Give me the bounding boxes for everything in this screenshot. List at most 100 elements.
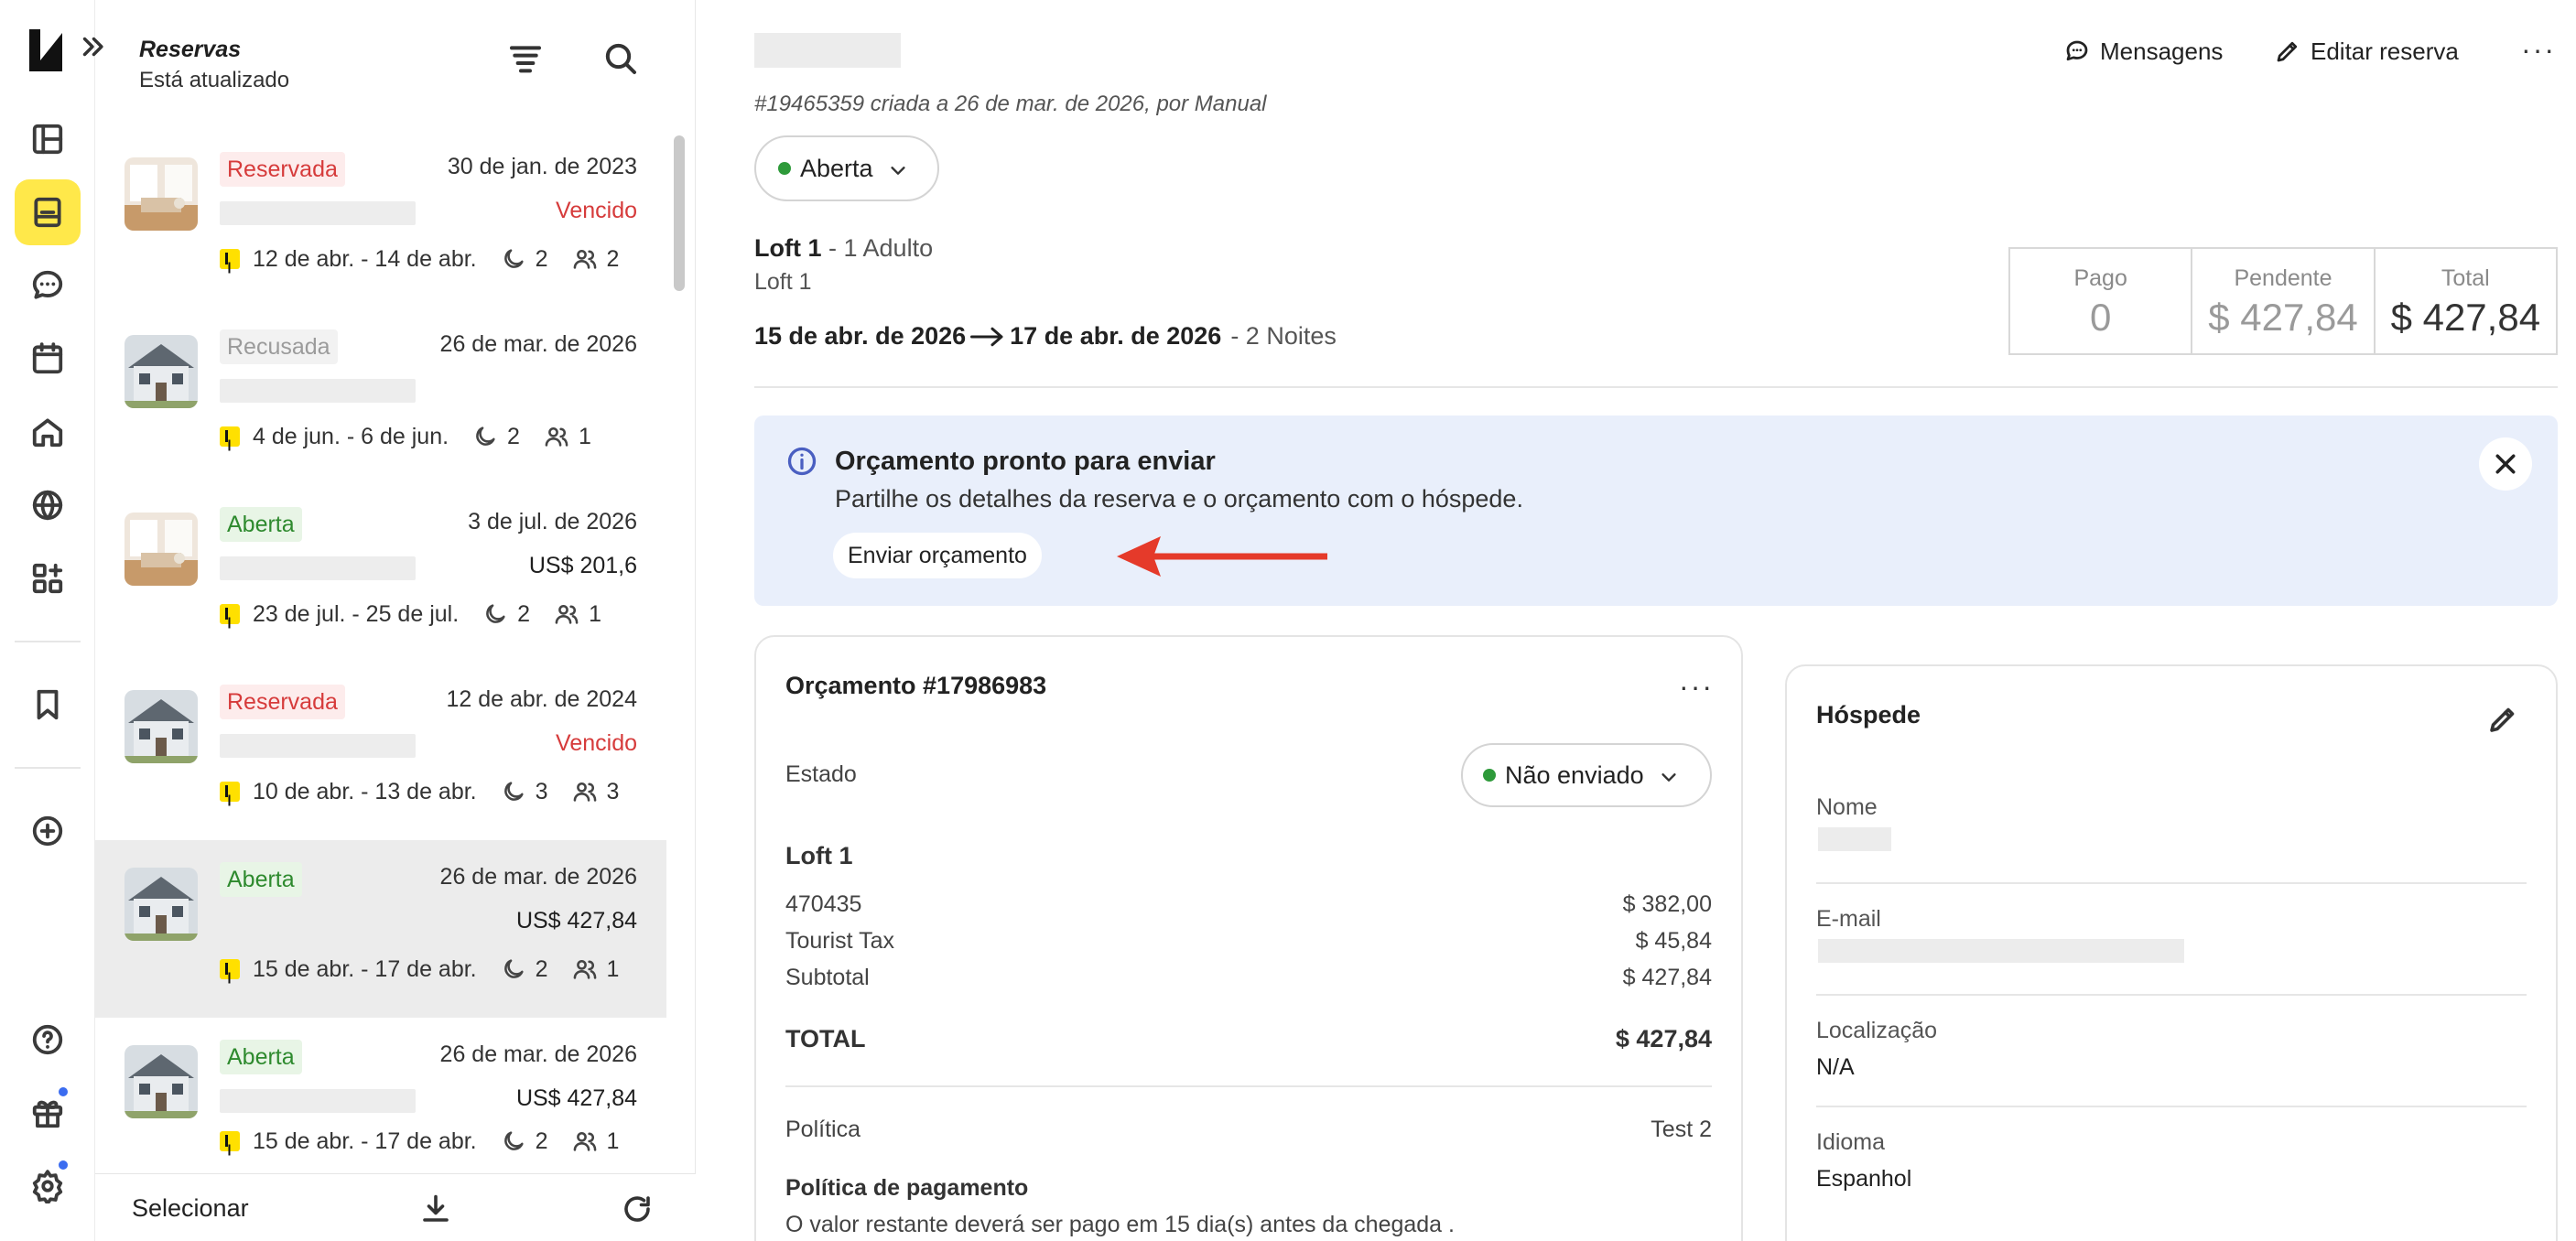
paid-cell: Pago 0 — [2010, 249, 2193, 353]
expand-icon[interactable] — [77, 31, 114, 68]
rail-divider — [15, 767, 81, 769]
guests-icon — [572, 779, 598, 804]
home-icon[interactable] — [15, 399, 81, 465]
reservation-item[interactable]: Reservada 12 de abr. de 2024 Vencido 10 … — [95, 663, 666, 840]
bookmark-icon[interactable] — [15, 672, 81, 738]
policy-row: Política Test 2 — [785, 1117, 1712, 1143]
quote-title: Orçamento #17986983 — [785, 672, 1047, 699]
reservation-status-dropdown[interactable]: Aberta — [754, 135, 939, 201]
moon-icon — [501, 956, 526, 982]
reservation-item[interactable]: Aberta 26 de mar. de 2026 US$ 427,84 15 … — [95, 1018, 666, 1195]
globe-icon[interactable] — [15, 472, 81, 538]
channel-icon — [220, 604, 240, 624]
quote-unit: Loft 1 — [785, 842, 853, 869]
property-thumbnail — [124, 1045, 198, 1118]
moon-icon — [501, 779, 526, 804]
quote-line-value: $ 382,00 — [1622, 891, 1712, 917]
send-quote-button[interactable]: Enviar orçamento — [833, 533, 1042, 578]
nights-count: 2 — [535, 1128, 548, 1154]
refresh-icon[interactable] — [621, 1192, 657, 1229]
reservation-title-redacted — [754, 33, 901, 68]
quote-total-value: $ 427,84 — [1615, 1025, 1712, 1052]
property-thumbnail — [124, 335, 198, 408]
reservation-item-selected[interactable]: Aberta 26 de mar. de 2026 US$ 427,84 15 … — [95, 840, 666, 1018]
paid-value: 0 — [2089, 296, 2112, 339]
channel-icon — [220, 426, 240, 447]
pending-cell: Pendente $ 427,84 — [2192, 249, 2376, 353]
reservation-meta: 15 de abr. - 17 de abr. 2 1 — [220, 954, 619, 985]
apps-icon[interactable] — [15, 545, 81, 611]
settings-icon[interactable] — [15, 1153, 81, 1219]
stay-dates: 15 de abr. de 2026 17 de abr. de 2026 - … — [754, 322, 1337, 351]
guests-count: 2 — [606, 245, 620, 272]
unit-occupancy: Loft 1 - 1 Adulto — [754, 234, 933, 263]
download-icon[interactable] — [419, 1192, 456, 1229]
guest-name-label: Nome — [1816, 794, 1878, 820]
close-banner-icon[interactable] — [2479, 437, 2532, 491]
list-footer: Selecionar — [95, 1173, 696, 1241]
stay-range: 10 de abr. - 13 de abr. — [253, 778, 477, 804]
guests-count: 1 — [606, 955, 620, 982]
status-badge: Aberta — [220, 862, 302, 897]
reservation-date: 3 de jul. de 2026 — [468, 509, 637, 534]
checkin-date: 15 de abr. de 2026 — [754, 322, 967, 350]
rail-divider — [15, 641, 81, 642]
quote-total-row: TOTAL $ 427,84 — [785, 1025, 1712, 1053]
search-icon[interactable] — [602, 40, 643, 81]
quote-line-label: Tourist Tax — [785, 928, 895, 954]
chevron-down-icon — [888, 158, 908, 178]
pending-label: Pendente — [2234, 265, 2332, 291]
dashboard-icon[interactable] — [15, 106, 81, 172]
reservation-date: 26 de mar. de 2026 — [439, 864, 637, 890]
gift-icon[interactable] — [15, 1080, 81, 1146]
guest-divider — [1816, 882, 2527, 884]
guest-email-redacted — [1818, 939, 2184, 963]
calendar-icon[interactable] — [15, 326, 81, 392]
guests-count: 1 — [606, 1128, 620, 1154]
reservations-icon[interactable] — [15, 179, 81, 245]
reservation-overdue: Vencido — [556, 198, 637, 223]
status-badge: Reservada — [220, 685, 345, 719]
reservation-meta: 23 de jul. - 25 de jul. 2 1 — [220, 599, 601, 630]
quote-ready-banner: Orçamento pronto para enviar Partilhe os… — [754, 415, 2558, 606]
add-icon[interactable] — [15, 798, 81, 864]
nights-total: - 2 Noites — [1230, 322, 1337, 350]
quote-more-icon[interactable]: ··· — [1679, 670, 1714, 704]
reservation-item[interactable]: Aberta 3 de jul. de 2026 US$ 201,6 23 de… — [95, 485, 666, 663]
status-badge: Aberta — [220, 1040, 302, 1074]
filter-icon[interactable] — [507, 40, 547, 81]
pencil-icon — [2277, 41, 2298, 62]
guests-icon — [572, 956, 598, 982]
list-scrollbar-thumb[interactable] — [674, 135, 685, 291]
help-icon[interactable] — [15, 1007, 81, 1073]
app-logo-icon[interactable] — [26, 26, 66, 75]
select-button[interactable]: Selecionar — [132, 1194, 249, 1223]
channel-icon — [220, 249, 240, 269]
reservation-date: 12 de abr. de 2024 — [446, 686, 637, 712]
quote-line-value: $ 45,84 — [1635, 928, 1712, 954]
list-title: Reservas — [139, 37, 242, 62]
status-badge: Reservada — [220, 152, 345, 187]
quote-total-label: TOTAL — [785, 1025, 866, 1052]
pending-value: $ 427,84 — [2208, 296, 2358, 339]
messages-button[interactable]: Mensagens — [2063, 33, 2223, 70]
messages-icon[interactable] — [15, 253, 81, 318]
reservation-date: 26 de mar. de 2026 — [439, 331, 637, 357]
quote-state-dropdown[interactable]: Não enviado — [1461, 743, 1712, 807]
reservation-item[interactable]: Reservada 30 de jan. de 2023 Vencido 12 … — [95, 130, 666, 308]
edit-reservation-button[interactable]: Editar reserva — [2274, 33, 2459, 70]
guest-name-redacted — [220, 201, 416, 225]
banner-text: Partilhe os detalhes da reserva e o orça… — [835, 485, 1523, 513]
reservations-list-panel: Reservas Está atualizado Reservada 30 de… — [82, 0, 696, 1241]
status-badge: Recusada — [220, 329, 338, 364]
quote-line: 470435 $ 382,00 — [785, 891, 1712, 918]
reservation-meta: 4 de jun. - 6 de jun. 2 1 — [220, 421, 591, 452]
red-arrow-annotation — [1117, 536, 1327, 577]
stay-range: 4 de jun. - 6 de jun. — [253, 423, 449, 449]
reservation-created-info: #19465359 criada a 26 de mar. de 2026, p… — [754, 92, 1267, 116]
status-dot — [1483, 769, 1496, 782]
moon-icon — [472, 424, 498, 449]
reservation-item[interactable]: Recusada 26 de mar. de 2026 4 de jun. - … — [95, 308, 666, 485]
more-options-icon[interactable]: ··· — [2521, 33, 2556, 67]
edit-guest-icon[interactable] — [2486, 703, 2519, 736]
